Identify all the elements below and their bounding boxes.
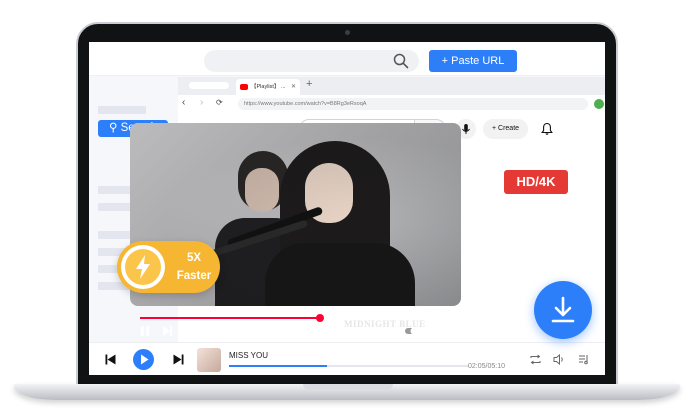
extension-icon[interactable]: [594, 99, 604, 109]
browser-tab-blank[interactable]: [189, 82, 229, 89]
track-time: 02:05/05:10: [468, 363, 505, 370]
address-bar[interactable]: https://www.youtube.com/watch?v=B8Rg3eRs…: [238, 98, 588, 110]
play-icon: [141, 354, 149, 365]
address-row: ‹ › ⟳ https://www.youtube.com/watch?v=B8…: [178, 95, 605, 113]
back-icon[interactable]: ‹: [182, 97, 185, 108]
speed-line-2: Faster: [176, 270, 212, 282]
previous-track-icon[interactable]: [105, 354, 116, 365]
youtube-icon: [240, 84, 248, 90]
volume-icon[interactable]: [185, 325, 197, 337]
laptop-mockup: + Paste URL ⚲ Search 【Playlist】 ... ✕: [0, 0, 694, 413]
quality-badge: HD/4K: [504, 170, 568, 194]
video-time-value: 42:30 / 1:17:24: [210, 327, 247, 333]
video-controls: 42:30 / 1:17:24 • Midnigh...: [130, 322, 525, 342]
playlist-icon[interactable]: [578, 353, 590, 365]
lightning-icon: [121, 245, 165, 289]
next-video-icon[interactable]: [162, 325, 173, 337]
theater-mode-icon[interactable]: [491, 325, 504, 337]
bell-icon[interactable]: [541, 122, 553, 136]
search-icon: ⚲: [108, 122, 118, 134]
fullscreen-icon[interactable]: [513, 325, 525, 337]
reload-icon[interactable]: ⟳: [216, 98, 223, 107]
speed-text: 5X Faster: [171, 249, 217, 285]
video-chapter: Midnigh...: [251, 327, 276, 333]
search-icon[interactable]: [393, 53, 409, 69]
paste-url-button[interactable]: + Paste URL: [429, 50, 517, 72]
sidebar-placeholder: [98, 106, 146, 114]
miniplayer-icon[interactable]: [469, 325, 482, 337]
browser-tab-active[interactable]: 【Playlist】 ... ✕: [236, 79, 300, 95]
speed-line-1: 5X: [186, 252, 202, 264]
create-button[interactable]: + Create: [483, 119, 528, 139]
new-tab-icon[interactable]: +: [306, 78, 312, 90]
forward-icon[interactable]: ›: [200, 97, 203, 108]
download-icon: [551, 296, 575, 323]
track-thumbnail: [197, 348, 221, 372]
settings-gear-icon[interactable]: [448, 325, 460, 337]
video-progress-fill: [140, 317, 320, 319]
lightning-icon-bg: [125, 249, 161, 285]
subtitles-icon[interactable]: [426, 325, 439, 337]
download-button[interactable]: [534, 281, 592, 339]
volume-icon[interactable]: [553, 354, 565, 365]
next-track-icon[interactable]: [173, 354, 184, 365]
repeat-icon[interactable]: [529, 354, 542, 365]
create-label: Create: [498, 125, 520, 132]
webcam: [345, 30, 350, 35]
autoplay-toggle-icon[interactable]: [404, 325, 418, 337]
video-time: 42:30 / 1:17:24 • Midnigh...: [210, 327, 276, 333]
music-player-bar: MISS YOU 02:05/05:10: [89, 342, 605, 375]
laptop-base-notch: [303, 384, 393, 390]
video-scrubber[interactable]: [315, 314, 324, 322]
close-icon[interactable]: ✕: [291, 79, 296, 95]
play-button[interactable]: [133, 349, 154, 370]
url-input[interactable]: [204, 50, 419, 72]
lightning-bolt-icon: [136, 255, 150, 279]
tab-title: 【Playlist】 ...: [251, 84, 286, 90]
track-progress-bar[interactable]: [229, 365, 469, 367]
track-progress-fill: [229, 365, 328, 367]
pause-icon[interactable]: [140, 325, 150, 337]
speed-badge: 5X Faster: [117, 241, 220, 293]
browser-tab-strip: 【Playlist】 ... ✕ +: [178, 77, 605, 95]
track-title: MISS YOU: [229, 351, 268, 360]
app-top-bar: + Paste URL: [89, 42, 605, 76]
